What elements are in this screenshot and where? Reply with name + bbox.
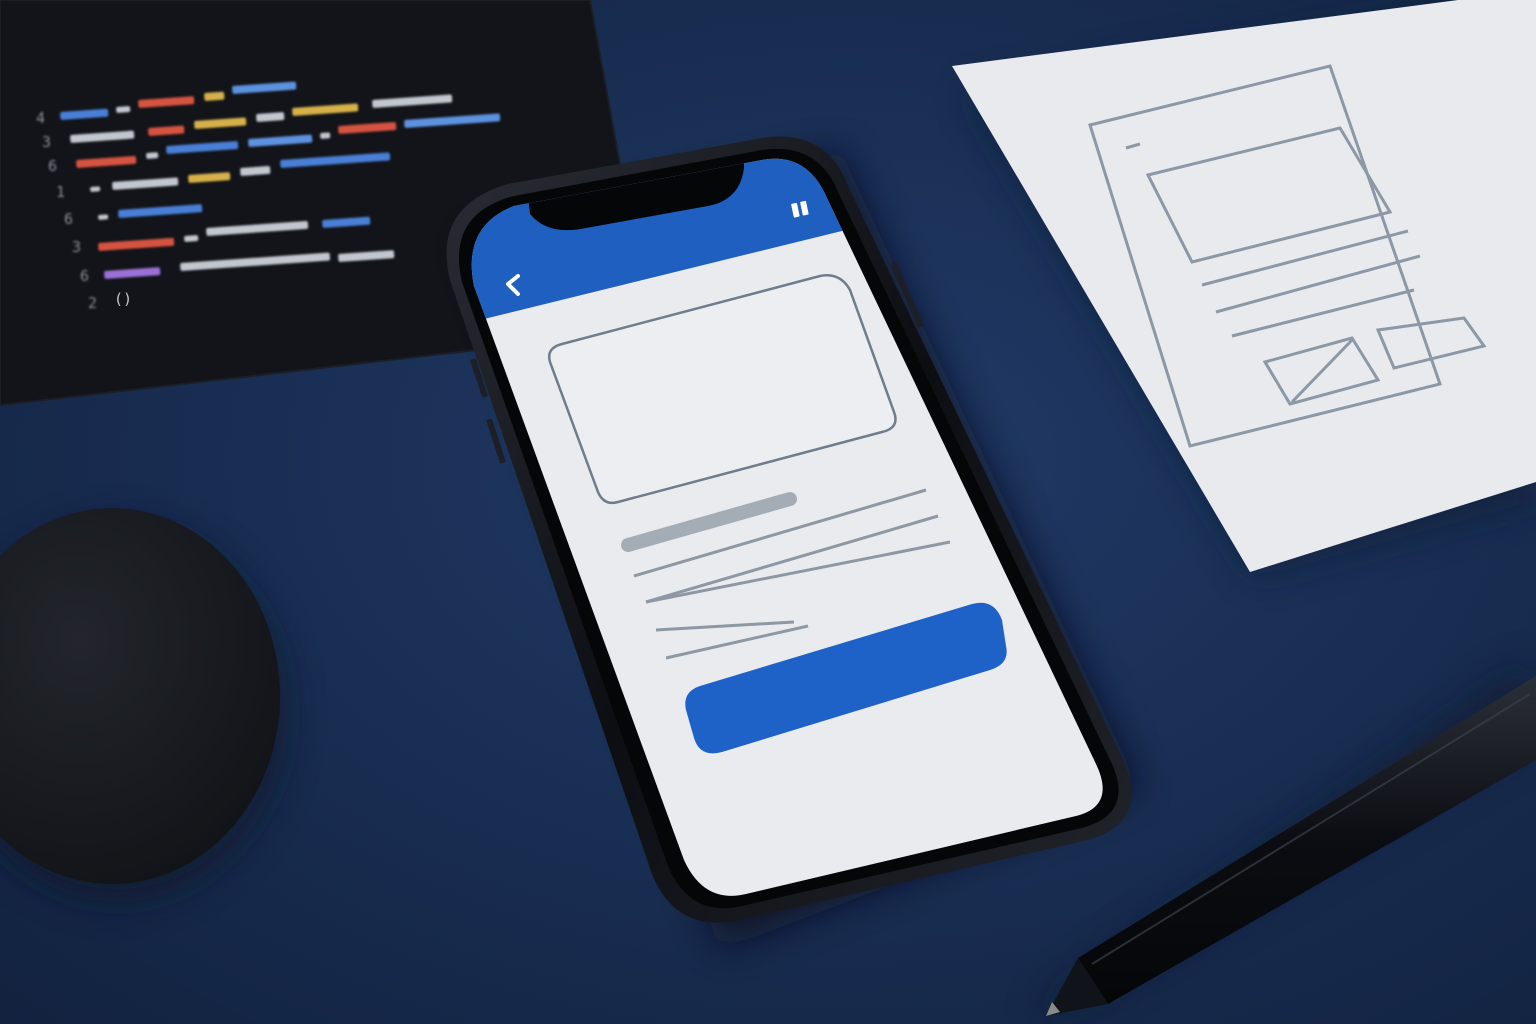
code-line-number: 2 [88, 294, 97, 312]
code-line-number: 3 [72, 238, 81, 256]
code-line-text: () [114, 290, 132, 308]
code-line-number: 3 [42, 133, 51, 151]
code-line-number: 6 [80, 267, 89, 285]
wireframe-paper [952, 0, 1536, 578]
pen [1036, 662, 1536, 1020]
coaster [0, 508, 288, 902]
code-line-number: 6 [48, 157, 57, 175]
code-line-number: 6 [64, 210, 73, 228]
desk-scene: 4 3 6 1 6 3 6 2 () [0, 0, 1536, 1024]
scene-illustration: 4 3 6 1 6 3 6 2 () [0, 0, 1536, 1020]
code-line-number: 4 [36, 109, 45, 127]
code-line-number: 1 [56, 183, 65, 201]
